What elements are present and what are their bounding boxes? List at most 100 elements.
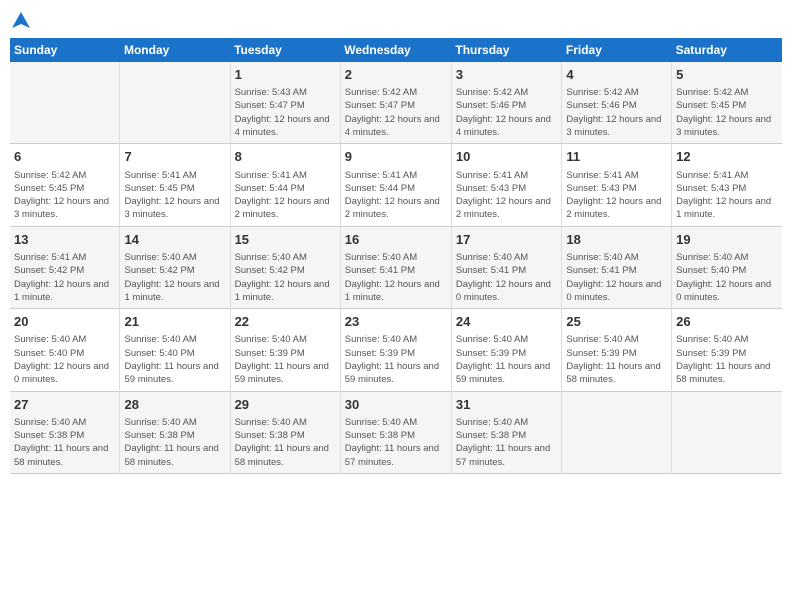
calendar-cell	[10, 62, 120, 144]
calendar-cell: 25 Sunrise: 5:40 AM Sunset: 5:39 PM Dayli…	[562, 309, 672, 391]
day-info: Sunrise: 5:40 AM Sunset: 5:39 PM Dayligh…	[566, 333, 667, 386]
calendar-week-row: 27 Sunrise: 5:40 AM Sunset: 5:38 PM Dayli…	[10, 391, 782, 473]
day-info: Sunrise: 5:41 AM Sunset: 5:42 PM Dayligh…	[14, 251, 115, 304]
day-info: Sunrise: 5:40 AM Sunset: 5:42 PM Dayligh…	[235, 251, 336, 304]
day-info: Sunrise: 5:40 AM Sunset: 5:41 PM Dayligh…	[456, 251, 558, 304]
day-number: 20	[14, 313, 115, 331]
calendar-cell: 26 Sunrise: 5:40 AM Sunset: 5:39 PM Dayli…	[672, 309, 782, 391]
day-info: Sunrise: 5:40 AM Sunset: 5:40 PM Dayligh…	[14, 333, 115, 386]
day-number: 17	[456, 231, 558, 249]
calendar-cell: 29 Sunrise: 5:40 AM Sunset: 5:38 PM Dayli…	[230, 391, 340, 473]
calendar-table: SundayMondayTuesdayWednesdayThursdayFrid…	[10, 38, 782, 474]
day-number: 13	[14, 231, 115, 249]
calendar-cell: 31 Sunrise: 5:40 AM Sunset: 5:38 PM Dayli…	[451, 391, 562, 473]
calendar-cell: 6 Sunrise: 5:42 AM Sunset: 5:45 PM Daylig…	[10, 144, 120, 226]
day-number: 12	[676, 148, 778, 166]
calendar-week-row: 20 Sunrise: 5:40 AM Sunset: 5:40 PM Dayli…	[10, 309, 782, 391]
day-number: 29	[235, 396, 336, 414]
calendar-cell	[562, 391, 672, 473]
calendar-cell: 23 Sunrise: 5:40 AM Sunset: 5:39 PM Dayli…	[340, 309, 451, 391]
day-header-monday: Monday	[120, 38, 230, 62]
calendar-cell	[120, 62, 230, 144]
day-header-wednesday: Wednesday	[340, 38, 451, 62]
calendar-cell: 4 Sunrise: 5:42 AM Sunset: 5:46 PM Daylig…	[562, 62, 672, 144]
day-info: Sunrise: 5:40 AM Sunset: 5:41 PM Dayligh…	[345, 251, 447, 304]
calendar-cell: 17 Sunrise: 5:40 AM Sunset: 5:41 PM Dayli…	[451, 226, 562, 308]
day-number: 15	[235, 231, 336, 249]
calendar-cell: 16 Sunrise: 5:40 AM Sunset: 5:41 PM Dayli…	[340, 226, 451, 308]
logo	[10, 10, 32, 32]
calendar-cell: 18Sunrise: 5:40 AM Sunset: 5:41 PM Dayli…	[562, 226, 672, 308]
calendar-cell: 7 Sunrise: 5:41 AM Sunset: 5:45 PM Daylig…	[120, 144, 230, 226]
day-header-sunday: Sunday	[10, 38, 120, 62]
day-number: 22	[235, 313, 336, 331]
day-number: 14	[124, 231, 225, 249]
calendar-cell: 12 Sunrise: 5:41 AM Sunset: 5:43 PM Dayli…	[672, 144, 782, 226]
logo-bird-icon	[10, 10, 32, 32]
day-info: Sunrise: 5:40 AM Sunset: 5:41 PM Dayligh…	[566, 251, 667, 304]
day-number: 16	[345, 231, 447, 249]
day-info: Sunrise: 5:40 AM Sunset: 5:40 PM Dayligh…	[124, 333, 225, 386]
day-number: 7	[124, 148, 225, 166]
day-number: 19	[676, 231, 778, 249]
calendar-cell: 11Sunrise: 5:41 AM Sunset: 5:43 PM Dayli…	[562, 144, 672, 226]
day-number: 25	[566, 313, 667, 331]
calendar-cell: 5Sunrise: 5:42 AM Sunset: 5:45 PM Daylig…	[672, 62, 782, 144]
day-info: Sunrise: 5:43 AM Sunset: 5:47 PM Dayligh…	[235, 86, 336, 139]
header	[10, 10, 782, 32]
day-number: 6	[14, 148, 115, 166]
day-header-saturday: Saturday	[672, 38, 782, 62]
day-number: 2	[345, 66, 447, 84]
day-number: 11	[566, 148, 667, 166]
day-info: Sunrise: 5:42 AM Sunset: 5:46 PM Dayligh…	[456, 86, 558, 139]
day-info: Sunrise: 5:40 AM Sunset: 5:40 PM Dayligh…	[676, 251, 778, 304]
calendar-week-row: 13 Sunrise: 5:41 AM Sunset: 5:42 PM Dayli…	[10, 226, 782, 308]
day-info: Sunrise: 5:40 AM Sunset: 5:39 PM Dayligh…	[456, 333, 558, 386]
calendar-cell: 30 Sunrise: 5:40 AM Sunset: 5:38 PM Dayli…	[340, 391, 451, 473]
day-info: Sunrise: 5:42 AM Sunset: 5:45 PM Dayligh…	[14, 169, 115, 222]
day-info: Sunrise: 5:41 AM Sunset: 5:45 PM Dayligh…	[124, 169, 225, 222]
day-info: Sunrise: 5:42 AM Sunset: 5:45 PM Dayligh…	[676, 86, 778, 139]
day-number: 9	[345, 148, 447, 166]
calendar-cell: 24Sunrise: 5:40 AM Sunset: 5:39 PM Dayli…	[451, 309, 562, 391]
calendar-cell: 14Sunrise: 5:40 AM Sunset: 5:42 PM Dayli…	[120, 226, 230, 308]
calendar-cell: 27Sunrise: 5:40 AM Sunset: 5:38 PM Dayli…	[10, 391, 120, 473]
day-number: 8	[235, 148, 336, 166]
day-number: 21	[124, 313, 225, 331]
day-info: Sunrise: 5:40 AM Sunset: 5:38 PM Dayligh…	[345, 416, 447, 469]
day-info: Sunrise: 5:42 AM Sunset: 5:47 PM Dayligh…	[345, 86, 447, 139]
day-info: Sunrise: 5:41 AM Sunset: 5:44 PM Dayligh…	[345, 169, 447, 222]
day-info: Sunrise: 5:40 AM Sunset: 5:38 PM Dayligh…	[456, 416, 558, 469]
day-number: 10	[456, 148, 558, 166]
day-number: 3	[456, 66, 558, 84]
day-number: 4	[566, 66, 667, 84]
calendar-body: 1Sunrise: 5:43 AM Sunset: 5:47 PM Daylig…	[10, 62, 782, 473]
calendar-header-row: SundayMondayTuesdayWednesdayThursdayFrid…	[10, 38, 782, 62]
day-info: Sunrise: 5:42 AM Sunset: 5:46 PM Dayligh…	[566, 86, 667, 139]
calendar-cell: 10Sunrise: 5:41 AM Sunset: 5:43 PM Dayli…	[451, 144, 562, 226]
day-info: Sunrise: 5:41 AM Sunset: 5:44 PM Dayligh…	[235, 169, 336, 222]
calendar-cell: 8 Sunrise: 5:41 AM Sunset: 5:44 PM Daylig…	[230, 144, 340, 226]
calendar-cell: 28 Sunrise: 5:40 AM Sunset: 5:38 PM Dayli…	[120, 391, 230, 473]
day-info: Sunrise: 5:40 AM Sunset: 5:39 PM Dayligh…	[345, 333, 447, 386]
day-number: 30	[345, 396, 447, 414]
calendar-cell	[672, 391, 782, 473]
day-info: Sunrise: 5:40 AM Sunset: 5:38 PM Dayligh…	[235, 416, 336, 469]
day-info: Sunrise: 5:40 AM Sunset: 5:39 PM Dayligh…	[676, 333, 778, 386]
day-number: 27	[14, 396, 115, 414]
day-number: 28	[124, 396, 225, 414]
calendar-week-row: 1Sunrise: 5:43 AM Sunset: 5:47 PM Daylig…	[10, 62, 782, 144]
calendar-cell: 3 Sunrise: 5:42 AM Sunset: 5:46 PM Daylig…	[451, 62, 562, 144]
calendar-cell: 1Sunrise: 5:43 AM Sunset: 5:47 PM Daylig…	[230, 62, 340, 144]
calendar-cell: 21 Sunrise: 5:40 AM Sunset: 5:40 PM Dayli…	[120, 309, 230, 391]
calendar-cell: 13 Sunrise: 5:41 AM Sunset: 5:42 PM Dayli…	[10, 226, 120, 308]
calendar-cell: 2 Sunrise: 5:42 AM Sunset: 5:47 PM Daylig…	[340, 62, 451, 144]
calendar-cell: 15 Sunrise: 5:40 AM Sunset: 5:42 PM Dayli…	[230, 226, 340, 308]
day-info: Sunrise: 5:40 AM Sunset: 5:39 PM Dayligh…	[235, 333, 336, 386]
day-info: Sunrise: 5:41 AM Sunset: 5:43 PM Dayligh…	[676, 169, 778, 222]
day-info: Sunrise: 5:40 AM Sunset: 5:38 PM Dayligh…	[124, 416, 225, 469]
calendar-cell: 22 Sunrise: 5:40 AM Sunset: 5:39 PM Dayli…	[230, 309, 340, 391]
day-number: 31	[456, 396, 558, 414]
day-number: 26	[676, 313, 778, 331]
day-number: 23	[345, 313, 447, 331]
